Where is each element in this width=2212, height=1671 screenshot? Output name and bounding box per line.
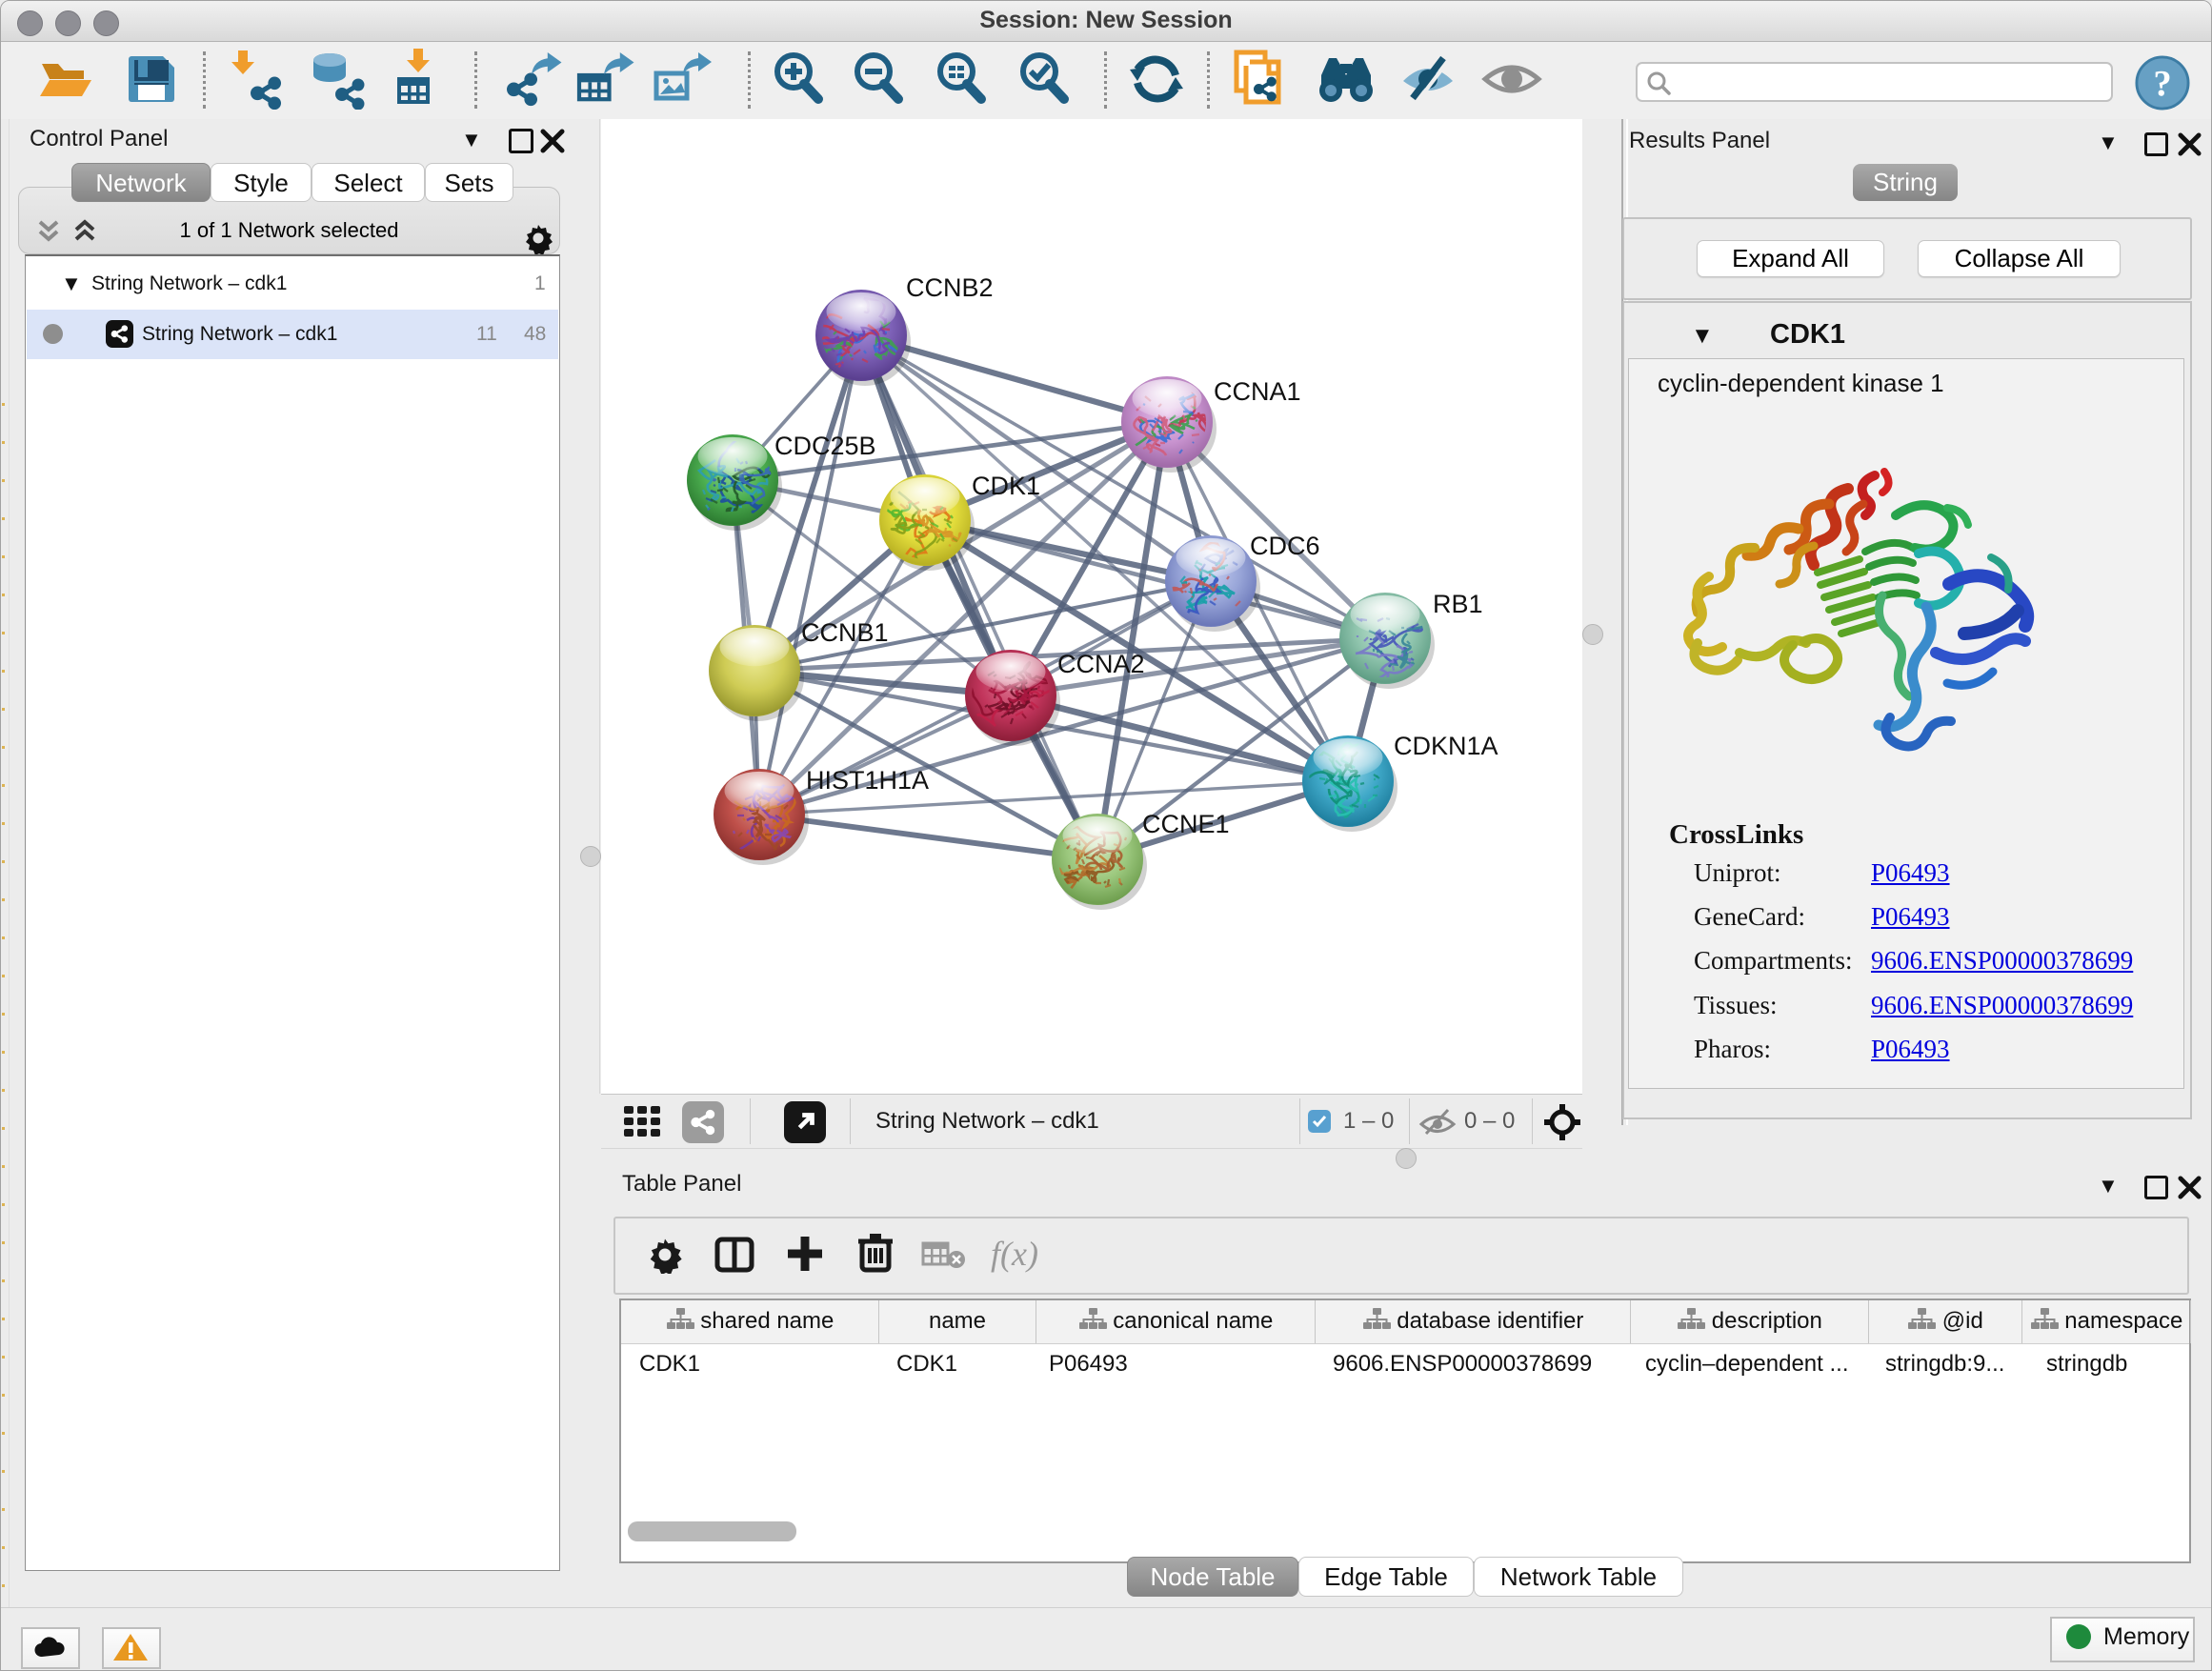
svg-text:HIST1H1A: HIST1H1A xyxy=(806,766,929,795)
svg-text:CCNA1: CCNA1 xyxy=(1214,377,1301,406)
svg-text:CCNB1: CCNB1 xyxy=(801,618,889,647)
svg-text:CCNA2: CCNA2 xyxy=(1057,650,1145,678)
svg-text:RB1: RB1 xyxy=(1433,590,1483,618)
svg-text:?: ? xyxy=(2153,65,2171,105)
svg-text:CDKN1A: CDKN1A xyxy=(1394,732,1498,760)
svg-text:CDK1: CDK1 xyxy=(972,472,1040,500)
svg-text:CDC6: CDC6 xyxy=(1250,532,1320,560)
svg-text:CCNE1: CCNE1 xyxy=(1142,810,1230,838)
svg-text:CDC25B: CDC25B xyxy=(774,432,876,460)
svg-text:CCNB2: CCNB2 xyxy=(906,273,994,302)
